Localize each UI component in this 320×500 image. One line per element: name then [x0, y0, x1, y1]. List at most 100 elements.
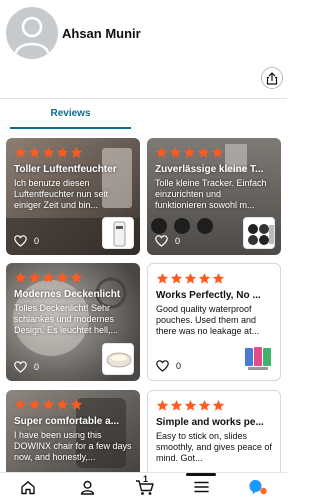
likes-count: 0	[176, 361, 182, 371]
star-icon	[170, 272, 183, 284]
nav-home[interactable]	[17, 477, 39, 497]
star-icon	[56, 398, 69, 410]
star-icon	[183, 146, 196, 158]
review-content: Super comfortable a... I have been using…	[14, 398, 134, 463]
star-icon	[184, 272, 197, 284]
review-title: Simple and works pe...	[156, 417, 264, 428]
star-icon	[28, 146, 41, 158]
helpful-votes: 0	[14, 361, 39, 373]
star-icon	[197, 146, 210, 158]
star-icon	[198, 272, 211, 284]
ceiling-light-icon	[106, 352, 132, 368]
star-icon	[42, 398, 55, 410]
review-content: Works Perfectly, No ... Good quality wat…	[156, 272, 274, 337]
star-icon	[169, 146, 182, 158]
star-rating	[155, 146, 275, 160]
star-icon	[156, 399, 169, 411]
likes-count: 0	[175, 236, 181, 246]
star-icon	[70, 271, 83, 283]
star-icon	[156, 272, 169, 284]
nav-profile[interactable]	[76, 477, 98, 497]
product-thumbnail[interactable]	[243, 217, 275, 249]
review-snippet: I have been using this DOWINX chair for …	[14, 430, 132, 462]
home-icon	[21, 480, 35, 494]
helpful-votes: 0	[14, 235, 39, 247]
review-snippet: Ich benutze diesen Luftentfeuchter nun s…	[14, 178, 109, 210]
star-icon	[198, 399, 211, 411]
review-snippet: Easy to stick on, slides smoothly, and g…	[156, 431, 272, 463]
star-rating	[14, 146, 134, 160]
person-icon	[14, 16, 50, 54]
review-card[interactable]: Toller Luftentfeuchter Ich benutze diese…	[6, 138, 140, 255]
bottom-navigation: 1	[0, 472, 287, 500]
user-name: Ahsan Munir	[62, 26, 141, 41]
product-thumbnail[interactable]	[102, 217, 134, 249]
star-rating	[14, 271, 134, 285]
star-icon	[70, 398, 83, 410]
dehumidifier-icon	[113, 221, 126, 247]
waterproof-pouches-icon	[245, 347, 271, 370]
review-content: Toller Luftentfeuchter Ich benutze diese…	[14, 146, 134, 211]
review-title: Toller Luftentfeuchter	[14, 164, 117, 175]
review-content: Zuverlässige kleine T... Tolle kleine Tr…	[155, 146, 275, 211]
star-icon	[42, 271, 55, 283]
nav-menu[interactable]	[190, 477, 212, 497]
home-indicator	[186, 473, 216, 476]
product-thumbnail[interactable]	[242, 342, 274, 374]
profile-icon	[80, 480, 94, 495]
profile-screen: Ahsan Munir Reviews Toller Luftentfeucht…	[0, 0, 287, 500]
tab-reviews[interactable]: Reviews	[10, 99, 131, 130]
reviews-grid: Toller Luftentfeuchter Ich benutze diese…	[0, 129, 287, 472]
star-icon	[155, 146, 168, 158]
star-icon	[28, 271, 41, 283]
review-snippet: Tolles Deckenlicht! Sehr schlankes und m…	[14, 303, 119, 335]
review-title: Super comfortable a...	[14, 416, 120, 427]
heart-icon[interactable]	[14, 235, 27, 247]
star-rating	[156, 272, 274, 286]
star-icon	[14, 146, 27, 158]
tracker-set-icon	[248, 224, 274, 245]
review-card[interactable]: Zuverlässige kleine T... Tolle kleine Tr…	[147, 138, 281, 255]
nav-cart[interactable]: 1	[134, 474, 156, 497]
review-card[interactable]: Works Perfectly, No ... Good quality wat…	[147, 263, 281, 381]
likes-count: 0	[34, 236, 40, 246]
star-icon	[184, 399, 197, 411]
star-icon	[212, 399, 225, 411]
product-thumbnail[interactable]	[102, 343, 134, 375]
share-icon	[266, 71, 278, 85]
star-icon	[212, 272, 225, 284]
star-icon	[42, 146, 55, 158]
star-icon	[70, 146, 83, 158]
menu-icon	[193, 481, 209, 493]
review-card[interactable]: Modernes Deckenlicht Tolles Deckenlicht!…	[6, 263, 140, 381]
helpful-votes: 0	[155, 235, 180, 247]
star-icon	[14, 271, 27, 283]
nav-alexa[interactable]	[247, 477, 269, 497]
cart-count: 1	[143, 474, 149, 484]
review-title: Modernes Deckenlicht	[14, 289, 121, 300]
avatar[interactable]	[6, 7, 58, 59]
heart-icon[interactable]	[155, 235, 168, 247]
profile-tabs: Reviews	[0, 98, 287, 129]
heart-icon[interactable]	[156, 360, 169, 372]
star-icon	[14, 398, 27, 410]
star-icon	[56, 146, 69, 158]
heart-icon[interactable]	[14, 361, 27, 373]
review-content: Simple and works pe... Easy to stick on,…	[156, 399, 274, 464]
review-title: Zuverlässige kleine T...	[155, 164, 264, 175]
review-content: Modernes Deckenlicht Tolles Deckenlicht!…	[14, 271, 134, 336]
likes-count: 0	[34, 362, 40, 372]
star-icon	[56, 271, 69, 283]
star-icon	[170, 399, 183, 411]
review-snippet: Good quality waterproof pouches. Used th…	[156, 304, 260, 336]
review-snippet: Tolle kleine Tracker. Einfach einzuricht…	[155, 178, 267, 210]
review-card[interactable]: Simple and works pe... Easy to stick on,…	[147, 390, 281, 472]
star-icon	[211, 146, 224, 158]
profile-header: Ahsan Munir	[0, 0, 287, 98]
share-button[interactable]	[261, 67, 283, 89]
review-title: Works Perfectly, No ...	[156, 290, 261, 301]
star-rating	[14, 398, 134, 412]
review-card[interactable]: Super comfortable a... I have been using…	[6, 390, 140, 472]
alexa-icon	[249, 480, 267, 495]
star-rating	[156, 399, 274, 413]
